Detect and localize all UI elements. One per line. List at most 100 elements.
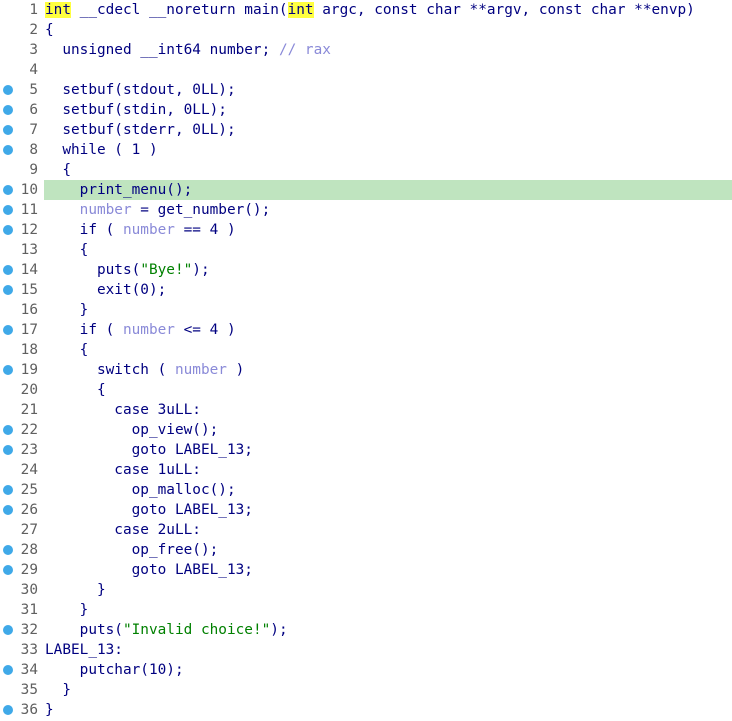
- code-text[interactable]: op_malloc();: [44, 480, 732, 500]
- code-line[interactable]: 10 print_menu();: [0, 180, 732, 200]
- code-token[interactable]: {: [45, 162, 71, 178]
- code-token[interactable]: ): [227, 362, 245, 378]
- code-line[interactable]: 30 }: [0, 580, 732, 600]
- code-text[interactable]: }: [44, 300, 732, 320]
- code-line[interactable]: 1 int __cdecl __noreturn main(int argc, c…: [0, 0, 732, 20]
- code-line[interactable]: 27 case 2uLL:: [0, 520, 732, 540]
- code-token[interactable]: while ( 1 ): [45, 142, 157, 158]
- code-token[interactable]: {: [45, 22, 54, 38]
- code-text[interactable]: print_menu();: [44, 180, 732, 200]
- code-text[interactable]: }: [44, 700, 732, 720]
- code-line[interactable]: 23 goto LABEL_13;: [0, 440, 732, 460]
- code-token[interactable]: == 4 ): [175, 222, 236, 238]
- code-text[interactable]: int __cdecl __noreturn main(int argc, co…: [44, 0, 732, 20]
- code-text[interactable]: puts("Invalid choice!");: [44, 620, 732, 640]
- code-text[interactable]: goto LABEL_13;: [44, 560, 732, 580]
- code-line[interactable]: 19 switch ( number ): [0, 360, 732, 380]
- code-token[interactable]: LABEL_13:: [45, 642, 123, 658]
- code-line[interactable]: 13 {: [0, 240, 732, 260]
- code-token[interactable]: <= 4 ): [175, 322, 236, 338]
- code-line[interactable]: 22 op_view();: [0, 420, 732, 440]
- string-literal[interactable]: "Bye!": [140, 262, 192, 278]
- code-line[interactable]: 7 setbuf(stderr, 0LL);: [0, 120, 732, 140]
- code-token[interactable]: case 2uLL:: [45, 522, 201, 538]
- code-line[interactable]: 9 {: [0, 160, 732, 180]
- code-line[interactable]: 32 puts("Invalid choice!");: [0, 620, 732, 640]
- code-line[interactable]: 33 LABEL_13:: [0, 640, 732, 660]
- code-text[interactable]: case 3uLL:: [44, 400, 732, 420]
- code-token[interactable]: setbuf(stderr, 0LL);: [45, 122, 235, 138]
- code-line[interactable]: 31 }: [0, 600, 732, 620]
- code-line[interactable]: 5 setbuf(stdout, 0LL);: [0, 80, 732, 100]
- code-token[interactable]: case 3uLL:: [45, 402, 201, 418]
- code-text[interactable]: {: [44, 340, 732, 360]
- code-token[interactable]: if (: [45, 222, 123, 238]
- code-text[interactable]: case 2uLL:: [44, 520, 732, 540]
- variable-token[interactable]: number: [175, 362, 227, 378]
- code-line[interactable]: 21 case 3uLL:: [0, 400, 732, 420]
- code-line[interactable]: 17 if ( number <= 4 ): [0, 320, 732, 340]
- code-text[interactable]: setbuf(stderr, 0LL);: [44, 120, 732, 140]
- code-token[interactable]: exit(0);: [45, 282, 166, 298]
- code-text[interactable]: setbuf(stdin, 0LL);: [44, 100, 732, 120]
- variable-token[interactable]: number: [123, 222, 175, 238]
- highlighted-keyword[interactable]: int: [45, 2, 71, 18]
- code-token[interactable]: setbuf(stdin, 0LL);: [45, 102, 227, 118]
- code-text[interactable]: {: [44, 20, 732, 40]
- code-token[interactable]: print_menu();: [45, 182, 193, 198]
- code-token[interactable]: setbuf(stdout, 0LL);: [45, 82, 235, 98]
- code-text[interactable]: while ( 1 ): [44, 140, 732, 160]
- code-text[interactable]: number = get_number();: [44, 200, 732, 220]
- code-line[interactable]: 25 op_malloc();: [0, 480, 732, 500]
- code-token[interactable]: op_view();: [45, 422, 219, 438]
- code-text[interactable]: goto LABEL_13;: [44, 440, 732, 460]
- code-token[interactable]: goto LABEL_13;: [45, 562, 253, 578]
- code-text[interactable]: {: [44, 240, 732, 260]
- code-token[interactable]: puts(: [45, 262, 140, 278]
- code-line[interactable]: 8 while ( 1 ): [0, 140, 732, 160]
- code-token[interactable]: = get_number();: [132, 202, 270, 218]
- code-line[interactable]: 26 goto LABEL_13;: [0, 500, 732, 520]
- code-token[interactable]: puts(: [45, 622, 123, 638]
- code-text[interactable]: }: [44, 680, 732, 700]
- code-token[interactable]: }: [45, 302, 89, 318]
- code-text[interactable]: if ( number == 4 ): [44, 220, 732, 240]
- pseudocode-view[interactable]: 1 int __cdecl __noreturn main(int argc, c…: [0, 0, 732, 721]
- code-text[interactable]: {: [44, 160, 732, 180]
- code-line[interactable]: 3 unsigned __int64 number; // rax: [0, 40, 732, 60]
- code-text[interactable]: op_view();: [44, 420, 732, 440]
- code-token[interactable]: }: [45, 702, 54, 718]
- variable-token[interactable]: number: [123, 322, 175, 338]
- code-line[interactable]: 2{: [0, 20, 732, 40]
- string-literal[interactable]: "Invalid choice!": [123, 622, 270, 638]
- code-token[interactable]: }: [45, 682, 71, 698]
- code-token[interactable]: goto LABEL_13;: [45, 442, 253, 458]
- code-text[interactable]: puts("Bye!");: [44, 260, 732, 280]
- code-token[interactable]: }: [45, 582, 106, 598]
- code-token[interactable]: goto LABEL_13;: [45, 502, 253, 518]
- code-line[interactable]: 35 }: [0, 680, 732, 700]
- code-token[interactable]: switch (: [45, 362, 175, 378]
- code-token[interactable]: op_free();: [45, 542, 219, 558]
- code-line[interactable]: 36}: [0, 700, 732, 720]
- code-text[interactable]: [44, 60, 732, 80]
- code-line[interactable]: 11 number = get_number();: [0, 200, 732, 220]
- code-line[interactable]: 18 {: [0, 340, 732, 360]
- code-token[interactable]: argc, const char **argv, const char **en…: [314, 2, 695, 18]
- code-line[interactable]: 12 if ( number == 4 ): [0, 220, 732, 240]
- code-token[interactable]: {: [45, 342, 89, 358]
- code-token[interactable]: {: [45, 382, 106, 398]
- code-text[interactable]: exit(0);: [44, 280, 732, 300]
- code-text[interactable]: setbuf(stdout, 0LL);: [44, 80, 732, 100]
- code-token[interactable]: );: [192, 262, 209, 278]
- code-line[interactable]: 16 }: [0, 300, 732, 320]
- comment-token[interactable]: // rax: [279, 42, 331, 58]
- code-text[interactable]: {: [44, 380, 732, 400]
- code-text[interactable]: LABEL_13:: [44, 640, 732, 660]
- code-token[interactable]: op_malloc();: [45, 482, 236, 498]
- highlighted-keyword[interactable]: int: [287, 2, 314, 18]
- code-text[interactable]: case 1uLL:: [44, 460, 732, 480]
- code-text[interactable]: if ( number <= 4 ): [44, 320, 732, 340]
- code-token[interactable]: {: [45, 242, 89, 258]
- code-line[interactable]: 20 {: [0, 380, 732, 400]
